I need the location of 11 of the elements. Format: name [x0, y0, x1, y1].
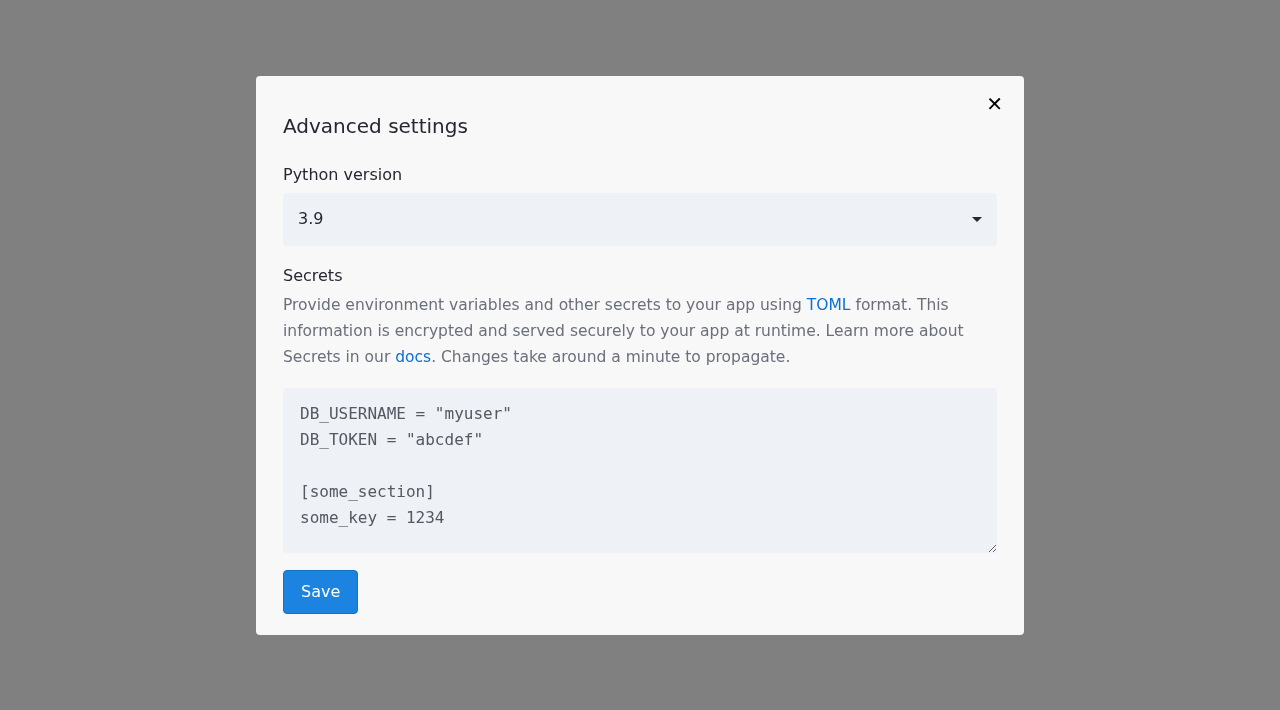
link[interactable]: TOML: [806, 295, 851, 314]
caret-icon: [972, 216, 982, 222]
field-label: Secrets: [283, 264, 343, 287]
dialog-title: Advanced settings: [283, 112, 468, 140]
save-button[interactable]: Save: [283, 569, 359, 614]
secrets-input-field[interactable]: DB_USERNAME = "myuser" DB_TOKEN = "abcdef" [some_section] some_key = 1234: [283, 387, 997, 553]
secrets-description: Provide environment variables and other secrets to your app using TOML format. This information is encrypted and served securely to your app at runtime. Learn more about Secrets in our docs. Changes take around a minute to propagate.: [283, 294, 965, 368]
version-select[interactable]: 3.9: [283, 192, 997, 246]
field-label: Python version: [283, 163, 403, 186]
close-button[interactable]: ✕: [982, 89, 1007, 118]
link[interactable]: docs: [395, 347, 432, 366]
